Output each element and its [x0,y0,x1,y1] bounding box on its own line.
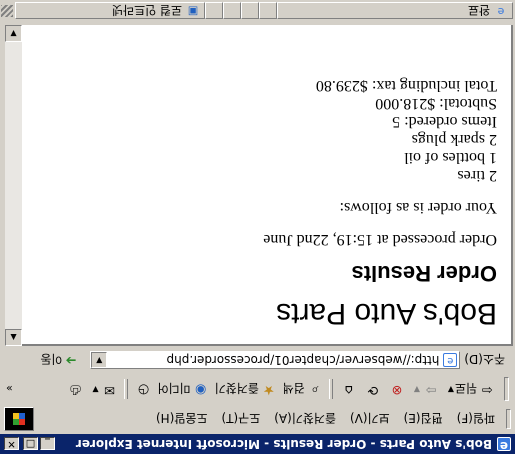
chevron-down-icon[interactable]: ▼ [91,352,108,368]
order-line-item: 2 tires [457,167,497,184]
address-url[interactable]: http://webserver/chapter01/processorder.… [107,353,440,367]
forward-button[interactable]: ⇨ ▼ [408,378,442,400]
scroll-down-icon[interactable]: ▼ [5,25,22,42]
back-label: 뒤로 [454,381,477,396]
media-icon: ◉ [194,382,207,397]
mail-icon: ✉ [104,382,115,397]
window-title: Bob's Auto Parts - Order Results - Micro… [75,437,492,451]
stop-icon: ⊗ [391,382,403,397]
print-button[interactable]: ⎙ [63,378,87,400]
status-cell [259,2,277,20]
history-icon: ◷ [137,382,150,397]
forward-icon: ⇨ [425,382,437,397]
favorites-icon: ★ [262,382,275,397]
status-cell [223,2,241,20]
go-button[interactable]: ➔ 이동 [36,350,80,370]
menu-edit[interactable]: 편집(E) [397,409,450,430]
search-icon: ⌕ [311,382,319,397]
scroll-up-icon[interactable]: ▲ [5,329,22,346]
order-line-item: 1 bottles of oil [404,149,497,166]
address-bar: 주소(D) e http://webserver/chapter01/proce… [0,348,515,372]
toolbar-separator [123,379,128,399]
toolbar-overflow-icon[interactable]: » [6,383,13,396]
title-bar[interactable]: Bob's Auto Parts - Order Results - Micro… [0,434,515,454]
windows-logo-icon [4,407,34,431]
status-cell [205,2,223,20]
history-button[interactable]: ◷ [131,378,155,400]
order-processed-text: Order processed at 15:19, 22nd June [263,231,497,248]
vertical-scrollbar[interactable]: ▲ ▼ [5,25,22,346]
address-field[interactable]: e http://webserver/chapter01/processorde… [90,351,461,369]
order-intro-text: Your order is as follows: [339,199,497,216]
menu-help[interactable]: 도움말(H) [149,409,215,430]
order-line-item: 2 spark plugs [411,131,497,148]
standard-toolbar: ⇦ 뒤로 ▼ ⇨ ▼ ⊗ ⟳ ⌂ ⌕ 검색 ★ 즐겨찾기 ◉ 미디어 ◷ ✉ ▼… [0,374,515,404]
search-button[interactable]: ⌕ 검색 [280,378,326,400]
resize-grip-icon[interactable] [1,5,13,17]
minimize-button[interactable]: _ [40,437,55,451]
toolbar-grip[interactable] [504,377,509,401]
zone-cell: ▣ 로컬 인트라넷 [15,2,205,20]
page-done-icon: e [497,5,505,18]
items-ordered-text: Items ordered: 5 [392,113,497,130]
search-label: 검색 [282,381,305,396]
stop-button[interactable]: ⊗ [384,378,408,400]
page-icon: e [443,353,458,367]
address-label: 주소(D) [464,352,505,367]
media-label: 미디어 [157,381,191,396]
chevron-down-icon: ▼ [92,385,99,394]
home-button[interactable]: ⌂ [336,378,360,400]
chevron-down-icon: ▼ [447,385,454,394]
toolbar-separator [328,379,333,399]
status-cell [241,2,259,20]
intranet-zone-icon: ▣ [187,5,199,18]
menu-tools[interactable]: 도구(T) [214,409,267,430]
print-icon: ⎙ [70,382,81,397]
status-text: 완료 [467,3,490,18]
favorites-label: 즐겨찾기 [214,381,259,396]
ie-icon[interactable] [497,437,511,451]
refresh-button[interactable]: ⟳ [360,378,384,400]
mail-button[interactable]: ✉ ▼ [87,378,121,400]
menu-file[interactable]: 파일(F) [450,409,502,430]
menu-bar: 파일(F) 편집(E) 보기(V) 즐겨찾기(A) 도구(T) 도움말(H) [0,406,515,432]
page-title: Bob's Auto Parts [276,297,497,330]
menu-view[interactable]: 보기(V) [343,409,397,430]
back-icon: ⇦ [481,382,493,397]
menu-grip[interactable] [506,409,511,429]
go-label: 이동 [40,352,63,367]
home-icon: ⌂ [344,382,354,397]
refresh-icon: ⟳ [367,382,379,397]
page-viewport[interactable]: Bob's Auto Parts Order Results Order pro… [22,25,513,346]
favorites-button[interactable]: ★ 즐겨찾기 [212,378,280,400]
chevron-down-icon: ▼ [413,385,420,394]
status-text-cell: e 완료 [277,2,513,20]
total-text: Total including tax: $239.80 [315,77,497,94]
media-button[interactable]: ◉ 미디어 [155,378,212,400]
status-bar: e 완료 ▣ 로컬 인트라넷 [0,0,515,22]
go-arrow-icon: ➔ [65,352,77,368]
menu-favorites[interactable]: 즐겨찾기(A) [267,409,343,430]
page-subtitle: Order Results [351,261,498,286]
zone-text: 로컬 인트라넷 [111,3,182,18]
back-button[interactable]: ⇦ 뒤로 ▼ [442,378,498,400]
browser-window: Bob's Auto Parts - Order Results - Micro… [0,0,515,454]
close-button[interactable]: ✕ [4,437,19,451]
subtotal-text: Subtotal: $218.000 [375,95,497,112]
maximize-button[interactable]: □ [23,437,38,451]
